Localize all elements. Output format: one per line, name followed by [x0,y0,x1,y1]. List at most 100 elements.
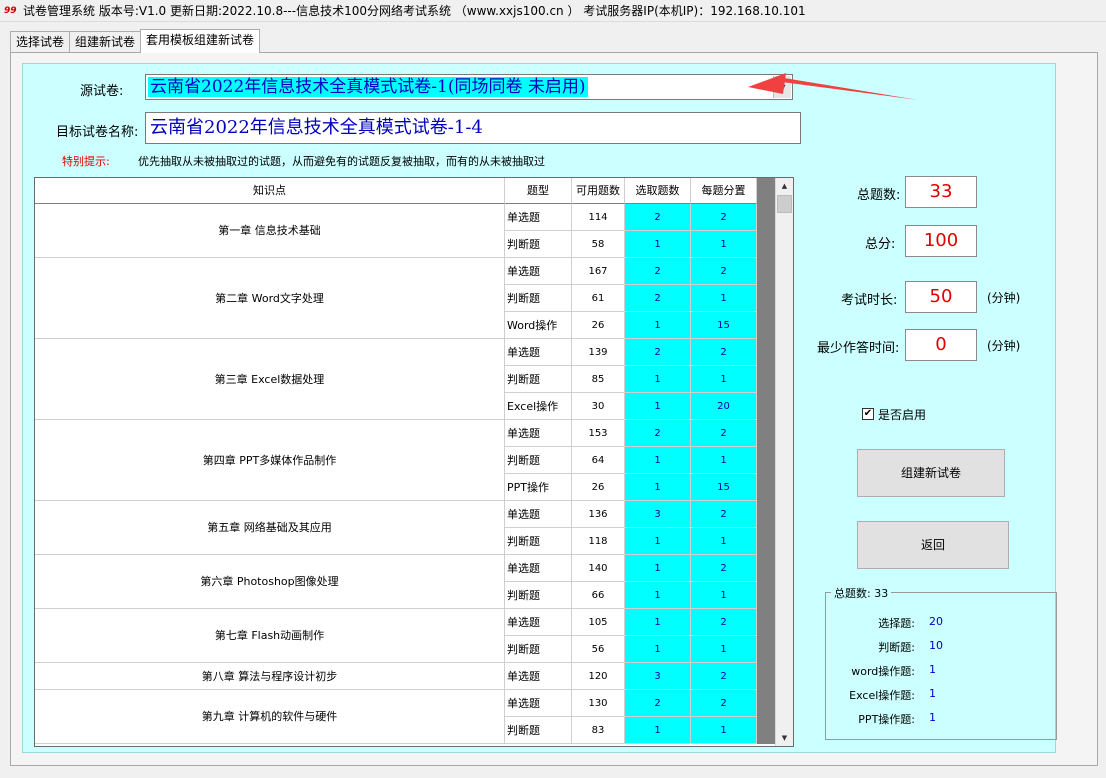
score-cell[interactable]: 1 [691,366,757,393]
chapter-cell: 第三章 Excel数据处理 [35,339,505,420]
selected-count-cell[interactable]: 1 [625,366,691,393]
back-button[interactable]: 返回 [857,521,1009,569]
score-cell[interactable]: 2 [691,609,757,636]
title-bar: 99 试卷管理系统 版本号:V1.0 更新日期:2022.10.8---信息技术… [0,0,1106,22]
total-score-field[interactable]: 100 [905,225,977,257]
type-cell: 单选题 [505,555,572,582]
type-cell: 判断题 [505,231,572,258]
source-paper-combobox[interactable]: 云南省2022年信息技术全真模式试卷-1(同场同卷 未启用) ▼ [145,74,793,100]
enable-checkbox[interactable]: ✔ [862,408,874,420]
chevron-down-icon[interactable]: ▼ [773,76,791,98]
type-cell: PPT操作 [505,474,572,501]
selected-count-cell[interactable]: 2 [625,420,691,447]
score-cell[interactable]: 20 [691,393,757,420]
selected-count-cell[interactable]: 1 [625,582,691,609]
type-cell: 单选题 [505,501,572,528]
grid-filler [757,501,775,528]
summary-item-value: 1 [929,687,936,700]
tab-strip: 选择试卷 组建新试卷 套用模板组建新试卷 [10,29,261,53]
chapter-cell: 第五章 网络基础及其应用 [35,501,505,555]
selected-count-cell[interactable]: 2 [625,204,691,231]
type-cell: 判断题 [505,366,572,393]
chapter-cell: 第七章 Flash动画制作 [35,609,505,663]
scroll-down-icon[interactable]: ▼ [776,730,793,746]
score-cell[interactable]: 2 [691,555,757,582]
score-cell[interactable]: 1 [691,528,757,555]
summary-item-value: 20 [929,615,943,628]
score-cell[interactable]: 1 [691,231,757,258]
grid-filler [757,636,775,663]
tab-build-paper[interactable]: 组建新试卷 [69,31,142,53]
selected-count-cell[interactable]: 3 [625,663,691,690]
score-cell[interactable]: 15 [691,474,757,501]
available-cell: 30 [572,393,625,420]
score-cell[interactable]: 1 [691,447,757,474]
grid-filler [757,393,775,420]
available-cell: 64 [572,447,625,474]
selected-count-cell[interactable]: 1 [625,447,691,474]
score-cell[interactable]: 1 [691,582,757,609]
selected-count-cell[interactable]: 1 [625,474,691,501]
selected-count-cell[interactable]: 2 [625,285,691,312]
score-cell[interactable]: 2 [691,420,757,447]
selected-count-cell[interactable]: 2 [625,258,691,285]
available-cell: 167 [572,258,625,285]
grid-filler [757,474,775,501]
type-cell: 单选题 [505,663,572,690]
min-time-field[interactable]: 0 [905,329,977,361]
score-cell[interactable]: 2 [691,663,757,690]
tab-select-paper[interactable]: 选择试卷 [10,31,71,53]
tip-text: 优先抽取从未被抽取过的试题，从而避免有的试题反复被抽取，而有的从未被抽取过 [138,155,545,168]
type-cell: 判断题 [505,582,572,609]
available-cell: 153 [572,420,625,447]
score-cell[interactable]: 2 [691,690,757,717]
available-cell: 120 [572,663,625,690]
selected-count-cell[interactable]: 1 [625,231,691,258]
selected-count-cell[interactable]: 2 [625,690,691,717]
grid-filler [757,528,775,555]
available-cell: 105 [572,609,625,636]
target-name-input[interactable]: 云南省2022年信息技术全真模式试卷-1-4 [145,112,801,144]
header-score: 每题分置 [691,178,757,204]
score-cell[interactable]: 2 [691,501,757,528]
selected-count-cell[interactable]: 1 [625,717,691,744]
score-cell[interactable]: 2 [691,258,757,285]
summary-item-label: Excel操作题: [849,689,915,702]
selected-count-cell[interactable]: 1 [625,555,691,582]
build-paper-button[interactable]: 组建新试卷 [857,449,1005,497]
chapter-cell: 第六章 Photoshop图像处理 [35,555,505,609]
knowledge-grid: 知识点 题型 可用题数 选取题数 每题分置 第一章 信息技术基础 单选题 114 2 2… [34,177,794,747]
selected-count-cell[interactable]: 1 [625,528,691,555]
grid-filler [757,231,775,258]
grid-scrollbar[interactable]: ▲ ▼ [775,178,793,746]
total-count-field[interactable]: 33 [905,176,977,208]
scroll-thumb[interactable] [777,195,792,213]
score-cell[interactable]: 2 [691,204,757,231]
score-cell[interactable]: 1 [691,717,757,744]
score-cell[interactable]: 1 [691,285,757,312]
header-knowledge: 知识点 [35,178,505,204]
selected-count-cell[interactable]: 2 [625,339,691,366]
selected-count-cell[interactable]: 1 [625,393,691,420]
scroll-up-icon[interactable]: ▲ [776,178,793,194]
tab-template-build[interactable]: 套用模板组建新试卷 [140,29,261,53]
available-cell: 85 [572,366,625,393]
score-cell[interactable]: 2 [691,339,757,366]
available-cell: 118 [572,528,625,555]
score-cell[interactable]: 1 [691,636,757,663]
grid-filler [757,447,775,474]
total-score-label: 总分: [865,237,896,252]
chapter-cell: 第八章 算法与程序设计初步 [35,663,505,690]
selected-count-cell[interactable]: 3 [625,501,691,528]
summary-item-label: word操作题: [851,665,915,678]
selected-count-cell[interactable]: 1 [625,312,691,339]
type-cell: 判断题 [505,636,572,663]
duration-field[interactable]: 50 [905,281,977,313]
summary-legend: 总题数: 33 [831,585,892,601]
score-cell[interactable]: 15 [691,312,757,339]
selected-count-cell[interactable]: 1 [625,609,691,636]
selected-count-cell[interactable]: 1 [625,636,691,663]
type-cell: 判断题 [505,285,572,312]
available-cell: 61 [572,285,625,312]
grid-filler [757,420,775,447]
